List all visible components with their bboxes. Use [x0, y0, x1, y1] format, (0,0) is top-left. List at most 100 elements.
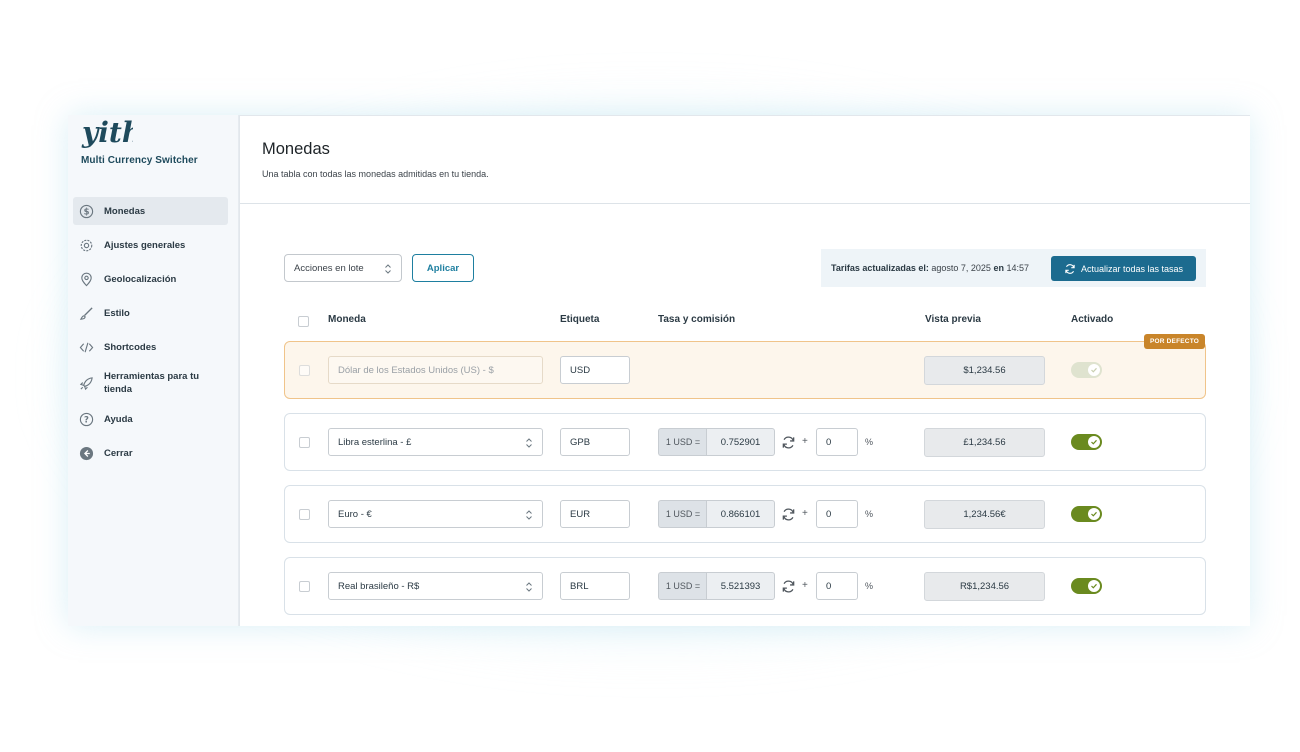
- bulk-actions-select[interactable]: Acciones en lote: [284, 254, 402, 282]
- rates-label: Tarifas actualizadas el:: [831, 263, 929, 273]
- preview-field: £1,234.56: [924, 428, 1045, 457]
- sidebar-item-label: Shortcodes: [104, 341, 157, 353]
- sidebar-item-label: Estilo: [104, 307, 130, 319]
- toggle-knob: [1088, 364, 1100, 376]
- currency-value: Euro - €: [338, 508, 372, 520]
- preview-field: R$1,234.56: [924, 572, 1045, 601]
- currency-value: Dólar de los Estados Unidos (US) - $: [338, 364, 494, 376]
- currency-select[interactable]: Euro - €: [328, 500, 543, 528]
- app-window: yith Multi Currency Switcher $ Monedas A…: [68, 115, 1250, 626]
- sidebar-item-label: Ayuda: [104, 413, 133, 425]
- currency-select: Dólar de los Estados Unidos (US) - $: [328, 356, 543, 384]
- sidebar-item-cerrar[interactable]: Cerrar: [73, 439, 228, 467]
- rates-date: agosto 7, 2025: [931, 263, 991, 273]
- rates-updated-text: Tarifas actualizadas el: agosto 7, 2025 …: [831, 263, 1029, 273]
- fee-value: 0: [826, 436, 832, 448]
- label-input[interactable]: BRL: [560, 572, 630, 600]
- label-input[interactable]: EUR: [560, 500, 630, 528]
- check-icon: [1091, 511, 1097, 517]
- sidebar-item-label: Monedas: [104, 205, 146, 217]
- fee-input[interactable]: 0: [816, 428, 858, 456]
- label-input[interactable]: USD: [560, 356, 630, 384]
- currency-select[interactable]: Real brasileño - R$: [328, 572, 543, 600]
- rate-input[interactable]: 0.752901: [706, 428, 775, 456]
- toggle-knob: [1088, 580, 1100, 592]
- select-all-checkbox[interactable]: [298, 316, 309, 327]
- row-checkbox[interactable]: [299, 509, 310, 520]
- rate-input[interactable]: 0.866101: [706, 500, 775, 528]
- refresh-icon: [1065, 263, 1075, 274]
- percent-sign: %: [865, 581, 874, 591]
- page-title: Monedas: [262, 140, 330, 158]
- apply-button[interactable]: Aplicar: [412, 254, 474, 282]
- update-all-rates-button[interactable]: Actualizar todas las tasas: [1051, 256, 1196, 281]
- preview-field: $1,234.56: [924, 356, 1045, 385]
- rate-prefix: 1 USD =: [658, 428, 707, 456]
- currency-value: Libra esterlina - £: [338, 436, 412, 448]
- plus-sign: +: [802, 508, 808, 519]
- label-value: BRL: [570, 580, 589, 592]
- update-all-label: Actualizar todas las tasas: [1080, 263, 1184, 274]
- sync-icon[interactable]: [781, 579, 796, 594]
- toolbar: Acciones en lote Aplicar Tarifas actuali…: [284, 249, 1206, 291]
- rates-time: 14:57: [1006, 263, 1030, 273]
- enabled-toggle[interactable]: [1071, 506, 1102, 522]
- toggle-knob: [1088, 436, 1100, 448]
- sidebar-item-monedas[interactable]: $ Monedas: [73, 197, 228, 225]
- sidebar-nav: $ Monedas Ajustes generales Geolocalizac…: [73, 197, 228, 473]
- sidebar-item-herramientas[interactable]: Herramientas para tu tienda: [73, 367, 228, 399]
- sidebar-item-label: Cerrar: [104, 447, 133, 459]
- page-header: Monedas Una tabla con todas las monedas …: [240, 116, 1250, 204]
- preview-field: 1,234.56€: [924, 500, 1045, 529]
- enabled-toggle[interactable]: [1071, 578, 1102, 594]
- row-checkbox[interactable]: [299, 365, 310, 376]
- svg-text:?: ?: [84, 414, 89, 424]
- toggle-knob: [1088, 508, 1100, 520]
- gear-icon: [79, 238, 94, 253]
- check-icon: [1091, 367, 1097, 373]
- row-checkbox[interactable]: [299, 581, 310, 592]
- currency-select[interactable]: Libra esterlina - £: [328, 428, 543, 456]
- fee-input[interactable]: 0: [816, 572, 858, 600]
- sidebar-item-shortcodes[interactable]: Shortcodes: [73, 333, 228, 361]
- fee-input[interactable]: 0: [816, 500, 858, 528]
- sidebar-item-label: Geolocalización: [104, 273, 177, 285]
- sidebar-item-ayuda[interactable]: ? Ayuda: [73, 405, 228, 433]
- label-input[interactable]: GPB: [560, 428, 630, 456]
- sidebar-item-ajustes-generales[interactable]: Ajustes generales: [73, 231, 228, 259]
- svg-text:$: $: [84, 206, 90, 216]
- label-value: EUR: [570, 508, 591, 520]
- sync-icon[interactable]: [781, 507, 796, 522]
- enabled-toggle[interactable]: [1071, 434, 1102, 450]
- svg-text:yith: yith: [81, 116, 133, 149]
- sidebar-item-label: Ajustes generales: [104, 239, 186, 251]
- main-panel: Monedas Una tabla con todas las monedas …: [239, 115, 1250, 626]
- code-icon: [79, 340, 94, 355]
- rates-updated-box: Tarifas actualizadas el: agosto 7, 2025 …: [821, 249, 1206, 287]
- sidebar-item-estilo[interactable]: Estilo: [73, 299, 228, 327]
- percent-sign: %: [865, 509, 874, 519]
- rates-at: en: [993, 263, 1004, 273]
- select-caret-icon: [526, 510, 532, 520]
- default-badge: POR DEFECTO: [1143, 334, 1205, 349]
- sidebar-item-geolocalizacion[interactable]: Geolocalización: [73, 265, 228, 293]
- row-checkbox[interactable]: [299, 437, 310, 448]
- page-description: Una tabla con todas las monedas admitida…: [262, 169, 489, 179]
- plus-sign: +: [802, 436, 808, 447]
- table-row: Libra esterlina - £ GPB 1 USD = 0.752901…: [284, 413, 1206, 471]
- select-caret-icon: [526, 438, 532, 448]
- header-preview: Vista previa: [925, 314, 981, 325]
- map-pin-icon: [79, 272, 94, 287]
- label-value: GPB: [570, 436, 591, 448]
- select-caret-icon: [526, 582, 532, 592]
- header-label: Etiqueta: [560, 314, 600, 325]
- fee-value: 0: [826, 580, 832, 592]
- table-row: POR DEFECTO Dólar de los Estados Unidos …: [284, 334, 1206, 399]
- sync-icon[interactable]: [781, 435, 796, 450]
- rate-input[interactable]: 5.521393: [706, 572, 775, 600]
- check-icon: [1091, 439, 1097, 445]
- select-caret-icon: [385, 264, 391, 274]
- table-row: Euro - € EUR 1 USD = 0.866101 + 0 % 1,23…: [284, 485, 1206, 543]
- label-value: USD: [570, 364, 591, 376]
- currency-value: Real brasileño - R$: [338, 580, 420, 592]
